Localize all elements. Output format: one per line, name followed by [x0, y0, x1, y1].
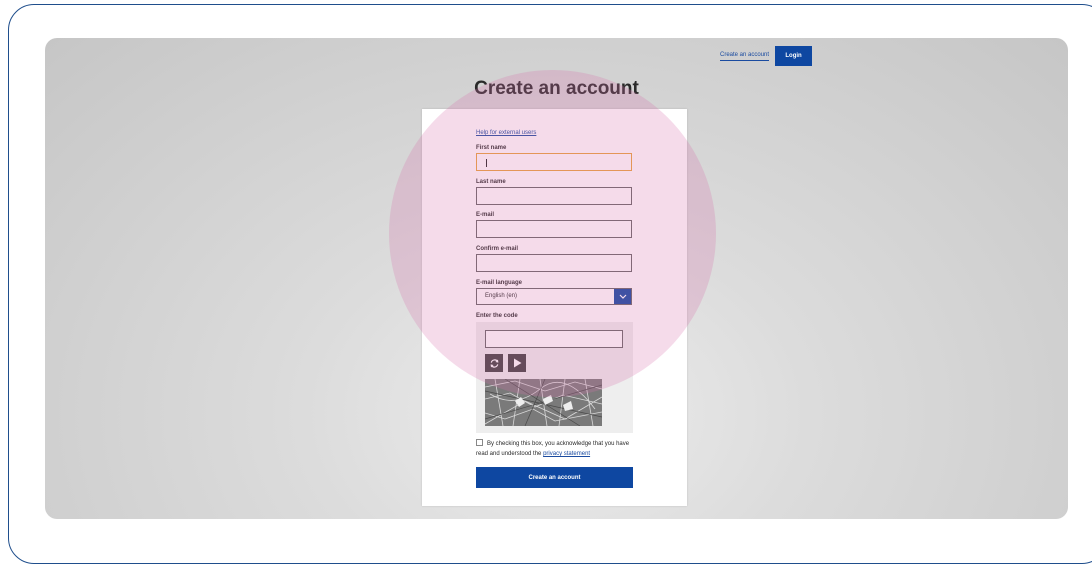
captcha-panel: [476, 322, 633, 433]
first-name-label: First name: [476, 145, 507, 151]
email-language-value: English (en): [485, 293, 518, 299]
captcha-image: [485, 379, 602, 426]
chevron-down-icon[interactable]: [614, 289, 631, 304]
last-name-label: Last name: [476, 179, 506, 185]
privacy-consent: By checking this box, you acknowledge th…: [476, 439, 636, 459]
email-language-label: E-mail language: [476, 280, 523, 286]
play-icon[interactable]: [508, 354, 526, 372]
confirm-email-input[interactable]: [476, 254, 632, 272]
page-title: Create an account: [474, 78, 639, 99]
privacy-statement-link[interactable]: privacy statement: [543, 451, 590, 457]
browser-viewport: Create an account Login Create an accoun…: [45, 38, 1068, 519]
top-navigation: Create an account Login: [720, 46, 813, 66]
login-button[interactable]: Login: [775, 46, 813, 66]
first-name-input[interactable]: [476, 153, 632, 171]
confirm-email-label: Confirm e-mail: [476, 246, 519, 252]
refresh-icon[interactable]: [485, 354, 503, 372]
consent-checkbox[interactable]: [476, 439, 483, 446]
email-language-select[interactable]: English (en): [476, 288, 632, 305]
create-account-button[interactable]: Create an account: [476, 467, 633, 488]
create-account-link[interactable]: Create an account: [720, 52, 770, 61]
captcha-code-input[interactable]: [485, 330, 623, 348]
email-label: E-mail: [476, 212, 495, 218]
text-caret: [486, 159, 487, 167]
last-name-input[interactable]: [476, 187, 632, 205]
code-label: Enter the code: [476, 313, 518, 319]
help-external-users-link[interactable]: Help for external users: [476, 130, 536, 136]
registration-form: Help for external users First name Last …: [422, 109, 687, 506]
email-input[interactable]: [476, 220, 632, 238]
